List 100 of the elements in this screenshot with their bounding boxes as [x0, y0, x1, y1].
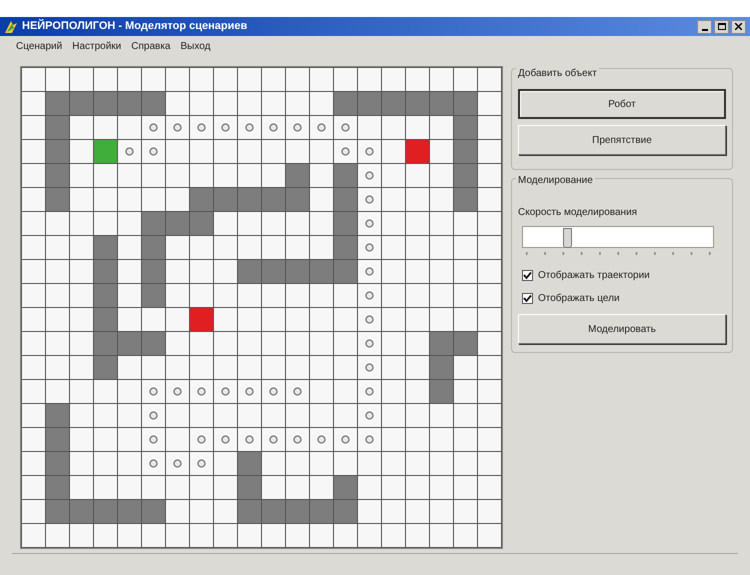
wall-cell — [286, 500, 309, 523]
grid-cell — [286, 308, 309, 331]
wall-cell — [46, 452, 69, 475]
grid-cell — [46, 524, 69, 547]
trail-dot-icon — [365, 363, 374, 372]
grid-cell — [478, 428, 501, 451]
grid-cell — [454, 500, 477, 523]
checkbox[interactable] — [522, 270, 533, 281]
trail-dot-icon — [245, 435, 254, 444]
menu-item[interactable]: Сценарий — [16, 38, 62, 54]
grid-cell — [214, 260, 237, 283]
trail-dot-icon — [173, 387, 182, 396]
add-object-button[interactable]: Робот — [518, 89, 726, 119]
grid-cell — [166, 236, 189, 259]
wall-cell — [94, 284, 117, 307]
grid-cell — [310, 236, 333, 259]
wall-cell — [334, 260, 357, 283]
menu-item[interactable]: Справка — [131, 38, 170, 54]
grid-cell — [118, 260, 141, 283]
grid-cell — [190, 500, 213, 523]
checkbox-label[interactable]: Отображать цели — [538, 291, 620, 306]
grid-cell — [70, 380, 93, 403]
grid-cell — [286, 332, 309, 355]
grid-cell — [262, 164, 285, 187]
menu-item[interactable]: Настройки — [72, 38, 122, 54]
grid-cell — [22, 380, 45, 403]
wall-cell — [94, 92, 117, 115]
grid-cell — [310, 356, 333, 379]
add-object-button[interactable]: Препятствие — [518, 125, 726, 155]
wall-cell — [190, 188, 213, 211]
speed-slider[interactable] — [522, 226, 714, 248]
trail-dot-icon — [149, 123, 158, 132]
checkbox-label[interactable]: Отображать траектории — [538, 268, 650, 283]
grid-cell — [406, 380, 429, 403]
grid-cell — [70, 428, 93, 451]
grid-cell — [358, 524, 381, 547]
wall-cell — [166, 212, 189, 235]
trail-dot-icon — [197, 435, 206, 444]
wall-cell — [334, 476, 357, 499]
grid-cell — [286, 524, 309, 547]
trail-dot-icon — [365, 147, 374, 156]
grid-cell — [478, 332, 501, 355]
window-title: НЕЙРОПОЛИГОН - Моделятор сценариев — [22, 18, 248, 34]
close-button[interactable] — [731, 20, 746, 34]
grid-cell — [238, 332, 261, 355]
wall-cell — [142, 500, 165, 523]
wall-cell — [142, 332, 165, 355]
grid-cell — [22, 236, 45, 259]
grid-cell — [454, 260, 477, 283]
grid-cell — [454, 68, 477, 91]
grid-cell — [214, 500, 237, 523]
slider-thumb[interactable] — [562, 228, 572, 248]
grid-cell — [166, 332, 189, 355]
grid-cell — [22, 212, 45, 235]
grid-cell — [478, 92, 501, 115]
wall-cell — [70, 500, 93, 523]
grid-cell — [238, 308, 261, 331]
grid-cell — [310, 308, 333, 331]
maximize-button[interactable] — [714, 20, 729, 34]
wall-cell — [454, 332, 477, 355]
grid-cell — [430, 140, 453, 163]
grid-cell — [22, 308, 45, 331]
grid-cell — [406, 212, 429, 235]
grid-cell — [190, 260, 213, 283]
wall-cell — [94, 500, 117, 523]
grid-cell — [94, 452, 117, 475]
checkbox[interactable] — [522, 293, 533, 304]
grid-cell — [70, 476, 93, 499]
grid-cell — [358, 500, 381, 523]
simulate-button[interactable]: Моделировать — [518, 314, 726, 344]
trail-dot-icon — [149, 147, 158, 156]
grid-cell — [190, 68, 213, 91]
wall-cell — [310, 260, 333, 283]
grid-cell — [94, 428, 117, 451]
grid-cell — [382, 452, 405, 475]
wall-cell — [94, 356, 117, 379]
trail-dot-icon — [293, 435, 302, 444]
grid-cell — [22, 452, 45, 475]
grid-cell — [382, 500, 405, 523]
grid-cell — [478, 452, 501, 475]
wall-cell — [334, 188, 357, 211]
menu-item[interactable]: Выход — [180, 38, 210, 54]
trail-dot-icon — [221, 435, 230, 444]
grid-cell — [454, 380, 477, 403]
trail-dot-icon — [269, 123, 278, 132]
wall-cell — [334, 500, 357, 523]
wall-cell — [430, 332, 453, 355]
grid-cell — [70, 140, 93, 163]
trail-dot-icon — [149, 459, 158, 468]
minimize-button[interactable] — [697, 20, 712, 34]
grid-cell — [478, 212, 501, 235]
grid-cell — [22, 428, 45, 451]
grid-cell — [70, 68, 93, 91]
grid-cell — [94, 476, 117, 499]
grid-cell — [94, 164, 117, 187]
wall-cell — [118, 500, 141, 523]
grid-cell — [22, 500, 45, 523]
grid-cell — [430, 236, 453, 259]
grid-cell — [94, 524, 117, 547]
grid-cell — [310, 524, 333, 547]
